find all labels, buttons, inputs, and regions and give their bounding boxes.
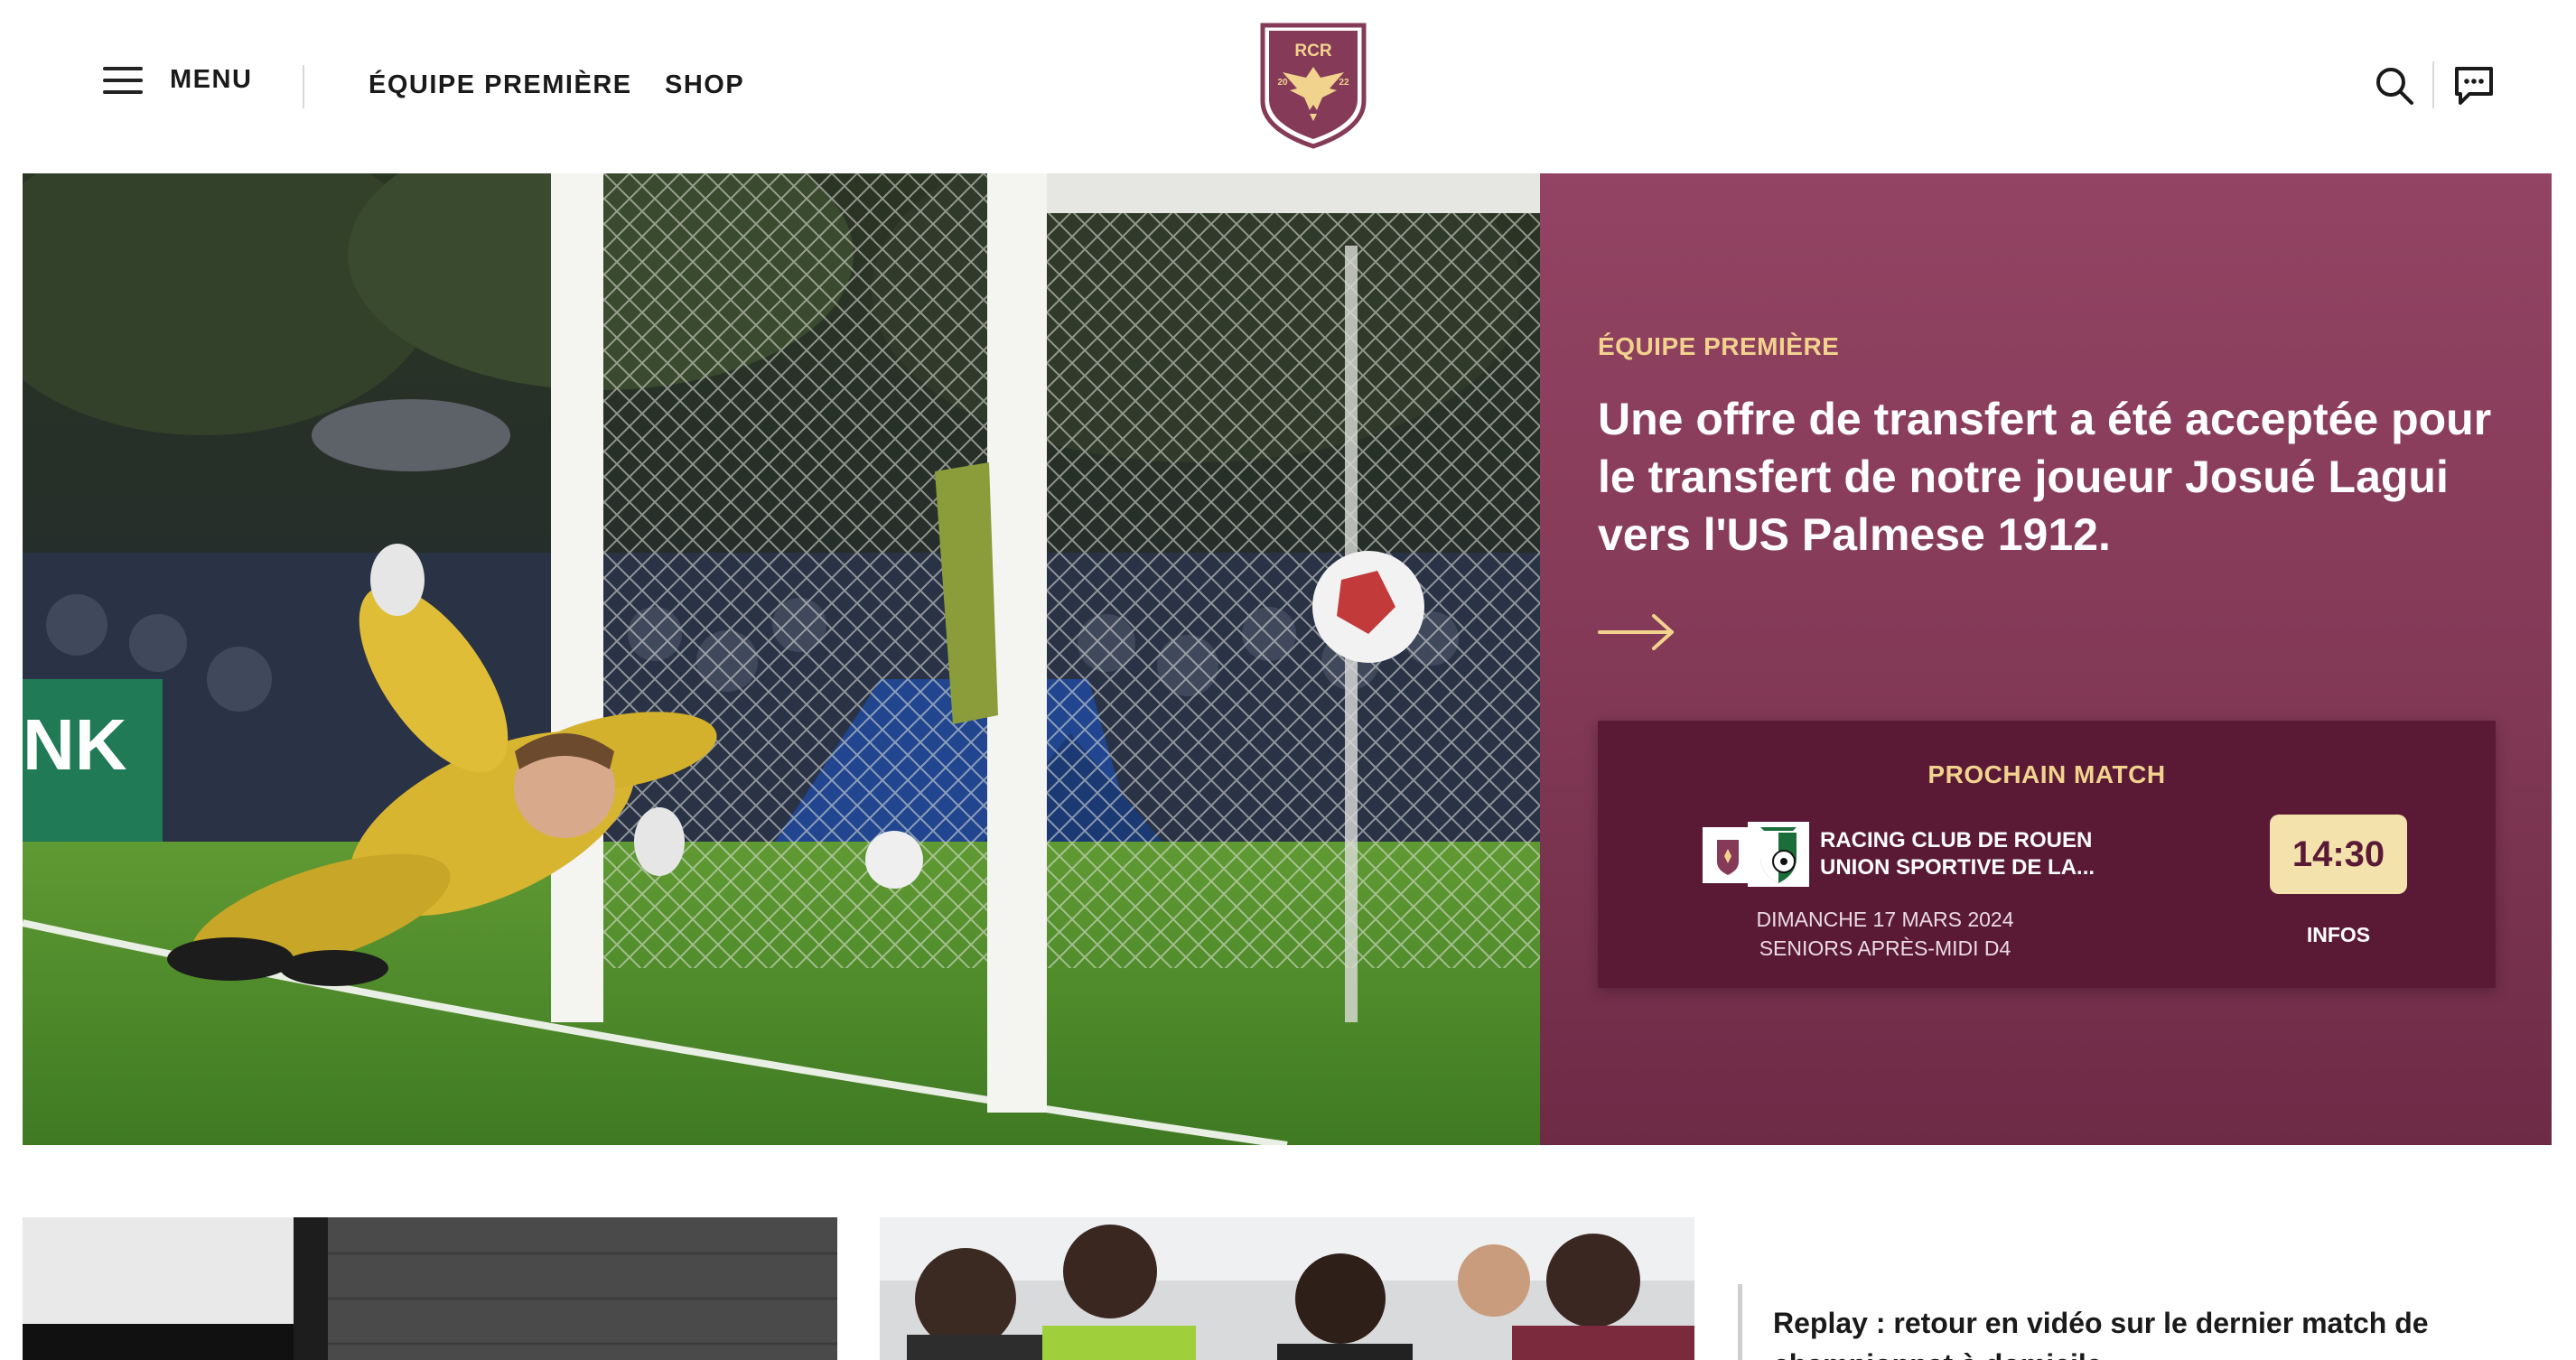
icon-divider — [2432, 61, 2434, 108]
news-side-title[interactable]: Replay : retour en vidéo sur le dernier … — [1773, 1302, 2459, 1360]
arrow-right-icon[interactable] — [1598, 612, 1675, 652]
news-card-image-2[interactable] — [880, 1217, 1694, 1360]
search-icon[interactable] — [2374, 65, 2415, 107]
match-date: DIMANCHE 17 MARS 2024 — [1756, 908, 2014, 931]
match-details: DIMANCHE 17 MARS 2024 SENIORS APRÈS-MIDI… — [1695, 905, 2075, 963]
home-team-name: RACING CLUB DE ROUEN — [1820, 828, 2093, 852]
nav-link-shop[interactable]: SHOP — [665, 70, 744, 100]
menu-label: MENU — [170, 65, 253, 94]
match-time-badge[interactable]: 14:30 — [2270, 815, 2407, 894]
hamburger-icon — [103, 66, 143, 94]
nav-divider — [303, 65, 304, 108]
club-logo[interactable]: RCR 20 22 — [1257, 22, 1369, 150]
hero-section: NK ÉQUIPE PREMIÈRE Une offre de transfer… — [23, 173, 2552, 1145]
svg-text:NK: NK — [23, 704, 127, 785]
away-team-name: UNION SPORTIVE DE LA... — [1820, 855, 2095, 880]
logo-year-left: 20 — [1277, 78, 1288, 88]
next-match-card: PROCHAIN MATCH RACING CLUB DE ROUEN UNIO… — [1598, 721, 2496, 988]
hero-panel: ÉQUIPE PREMIÈRE Une offre de transfert a… — [1540, 173, 2552, 1145]
chat-icon[interactable] — [2453, 65, 2495, 107]
logo-text: RCR — [1294, 42, 1331, 61]
away-team-crest — [1748, 822, 1809, 887]
next-match-title: PROCHAIN MATCH — [1927, 760, 2166, 788]
news-card-image-1[interactable] — [23, 1217, 837, 1360]
logo-year-right: 22 — [1339, 78, 1349, 88]
match-infos-link[interactable]: INFOS — [2270, 923, 2407, 947]
match-teams[interactable]: RACING CLUB DE ROUEN UNION SPORTIVE DE L… — [1820, 827, 2095, 881]
hero-photo[interactable]: NK — [23, 173, 1540, 1145]
nav-link-equipe-premiere[interactable]: ÉQUIPE PREMIÈRE — [369, 70, 632, 100]
match-competition: SENIORS APRÈS-MIDI D4 — [1759, 936, 2011, 960]
hero-category[interactable]: ÉQUIPE PREMIÈRE — [1598, 332, 1839, 361]
menu-button[interactable]: MENU — [103, 65, 252, 95]
home-team-crest — [1703, 827, 1753, 883]
hero-headline[interactable]: Une offre de transfert a été acceptée po… — [1598, 390, 2501, 564]
news-side-accent — [1738, 1284, 1742, 1360]
site-header: MENU ÉQUIPE PREMIÈRE SHOP RCR 20 22 — [0, 0, 2576, 173]
